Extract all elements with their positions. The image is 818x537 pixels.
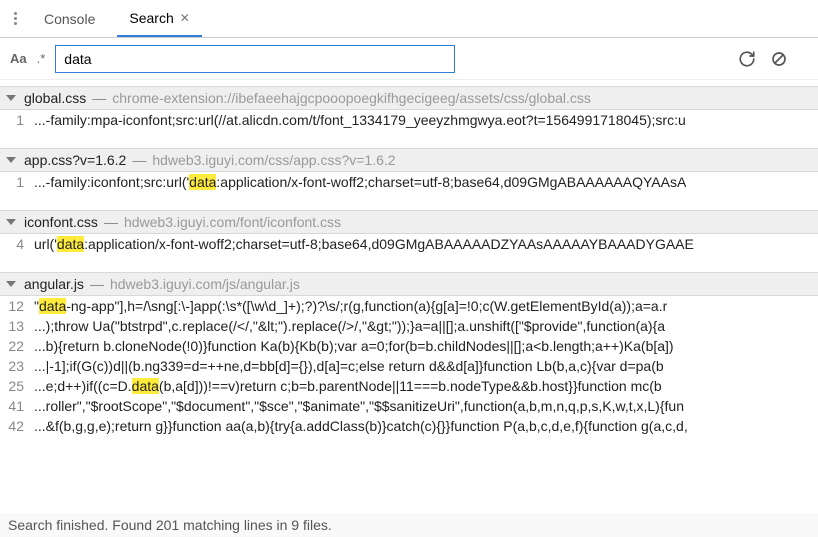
tab-search[interactable]: Search ✕ [117, 0, 201, 37]
result-line[interactable]: 25...e;d++)if((c=D.data(b,a[d]))!==v)ret… [0, 376, 818, 396]
result-line[interactable]: 1...-family:iconfont;src:url('data:appli… [0, 172, 818, 192]
result-line[interactable]: 4url('data:application/x-font-woff2;char… [0, 234, 818, 254]
tab-console[interactable]: Console [32, 0, 107, 37]
line-content: ...&f(b,g,g,e);return g}}function aa(a,b… [34, 418, 688, 434]
chevron-down-icon [6, 281, 16, 287]
line-number: 13 [0, 318, 34, 334]
result-line[interactable]: 1...-family:mpa-iconfont;src:url(//at.al… [0, 110, 818, 130]
line-number: 1 [0, 174, 34, 190]
result-group-header[interactable]: angular.js — hdweb3.iguyi.com/js/angular… [0, 272, 818, 296]
match-highlight: data [39, 298, 66, 314]
tab-bar: Console Search ✕ [0, 0, 818, 38]
match-case-toggle[interactable]: Aa [10, 51, 27, 66]
line-content: ...b){return b.cloneNode(!0)}function Ka… [34, 338, 674, 354]
chevron-down-icon [6, 219, 16, 225]
file-name: app.css?v=1.6.2 [24, 152, 126, 168]
result-line[interactable]: 12"data-ng-app"],h=/\sng[:\-]app(:\s*([\… [0, 296, 818, 316]
file-name: angular.js [24, 276, 84, 292]
file-name: iconfont.css [24, 214, 98, 230]
search-input[interactable] [55, 45, 455, 73]
file-path: chrome-extension://ibefaeehajgcpooopoegk… [112, 90, 591, 106]
line-content: ...e;d++)if((c=D.data(b,a[d]))!==v)retur… [34, 378, 662, 394]
line-content: url('data:application/x-font-woff2;chars… [34, 236, 694, 252]
file-path: hdweb3.iguyi.com/font/iconfont.css [124, 214, 341, 230]
match-highlight: data [189, 174, 216, 190]
match-highlight: data [57, 236, 84, 252]
result-line[interactable]: 41...roller","$rootScope","$document","$… [0, 396, 818, 416]
result-line[interactable]: 22...b){return b.cloneNode(!0)}function … [0, 336, 818, 356]
line-number: 22 [0, 338, 34, 354]
result-group-header[interactable]: app.css?v=1.6.2 — hdweb3.iguyi.com/css/a… [0, 148, 818, 172]
line-number: 25 [0, 378, 34, 394]
line-number: 42 [0, 418, 34, 434]
line-number: 1 [0, 112, 34, 128]
line-number: 12 [0, 298, 34, 314]
line-content: ...-family:iconfont;src:url('data:applic… [34, 174, 686, 190]
line-number: 4 [0, 236, 34, 252]
line-content: ...);throw Ua("btstrpd",c.replace(/</,"&… [34, 318, 665, 334]
line-content: ...roller","$rootScope","$document","$sc… [34, 398, 684, 414]
result-line[interactable]: 42...&f(b,g,g,e);return g}}function aa(a… [0, 416, 818, 436]
clear-icon[interactable] [770, 50, 788, 68]
tab-label: Console [44, 11, 95, 27]
refresh-icon[interactable] [738, 50, 756, 68]
result-group-header[interactable]: iconfont.css — hdweb3.iguyi.com/font/ico… [0, 210, 818, 234]
result-line[interactable]: 13...);throw Ua("btstrpd",c.replace(/</,… [0, 316, 818, 336]
search-toolbar: Aa .* [0, 38, 818, 80]
file-name: global.css [24, 90, 86, 106]
line-content: ...-family:mpa-iconfont;src:url(//at.ali… [34, 112, 686, 128]
line-content: "data-ng-app"],h=/\sng[:\-]app(:\s*([\w\… [34, 298, 667, 314]
tab-label: Search [129, 10, 173, 26]
line-number: 41 [0, 398, 34, 414]
kebab-menu-icon[interactable] [8, 12, 22, 25]
result-line[interactable]: 23...|-1];if(G(c))d||(b.ng339=d=++ne,d=b… [0, 356, 818, 376]
file-path: hdweb3.iguyi.com/css/app.css?v=1.6.2 [152, 152, 395, 168]
chevron-down-icon [6, 157, 16, 163]
regex-toggle[interactable]: .* [37, 51, 46, 66]
line-content: ...|-1];if(G(c))d||(b.ng339=d=++ne,d=bb[… [34, 358, 664, 374]
close-icon[interactable]: ✕ [180, 11, 190, 25]
match-highlight: data [132, 378, 159, 394]
file-path: hdweb3.iguyi.com/js/angular.js [110, 276, 300, 292]
chevron-down-icon [6, 95, 16, 101]
result-group-header[interactable]: global.css — chrome-extension://ibefaeeh… [0, 86, 818, 110]
search-results: global.css — chrome-extension://ibefaeeh… [0, 86, 818, 436]
line-number: 23 [0, 358, 34, 374]
status-bar: Search finished. Found 201 matching line… [0, 513, 818, 537]
